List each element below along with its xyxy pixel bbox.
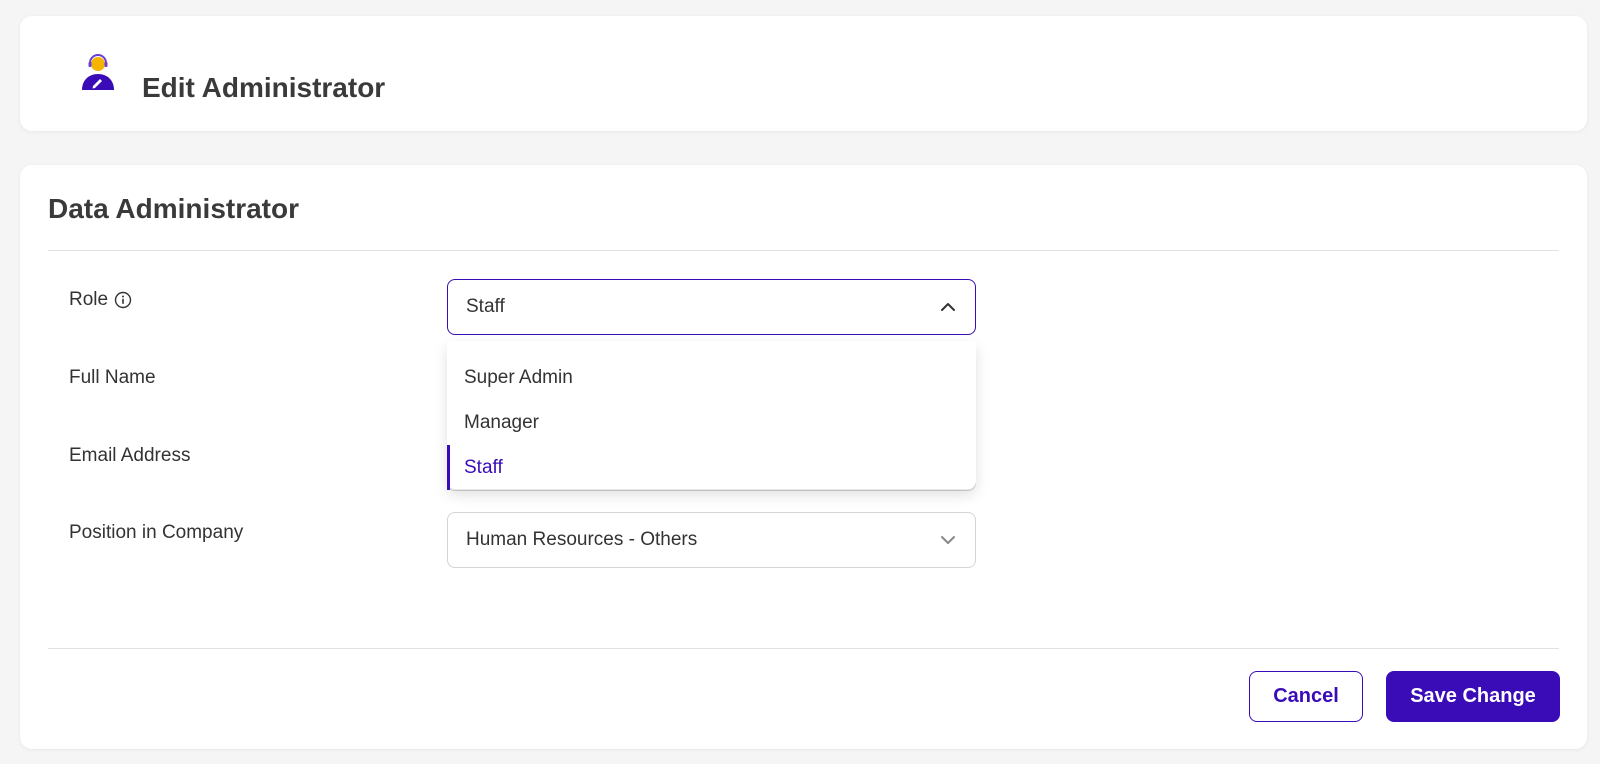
role-select-value: Staff xyxy=(466,296,505,317)
full-name-label: Full Name xyxy=(69,367,156,389)
email-label: Email Address xyxy=(69,445,190,467)
role-label-row: Role xyxy=(69,289,132,311)
admin-edit-icon xyxy=(82,54,114,90)
position-label: Position in Company xyxy=(69,522,243,544)
role-option-manager[interactable]: Manager xyxy=(447,400,976,445)
cancel-button[interactable]: Cancel xyxy=(1249,671,1363,722)
role-label: Role xyxy=(69,289,109,310)
position-select[interactable]: Human Resources - Others xyxy=(447,512,976,568)
section-title: Data Administrator xyxy=(48,193,300,224)
info-icon[interactable] xyxy=(114,291,132,309)
role-dropdown-menu: Super Admin Manager Staff xyxy=(447,341,976,490)
section-divider xyxy=(48,250,1559,251)
chevron-down-icon xyxy=(941,536,955,544)
position-label-text: Position in Company xyxy=(69,522,244,543)
position-select-value: Human Resources - Others xyxy=(466,529,698,550)
form-card: Data Administrator Role Staff Full Name … xyxy=(20,165,1587,749)
role-option-staff[interactable]: Staff xyxy=(447,445,976,490)
header-card: Edit Administrator xyxy=(20,16,1587,131)
save-change-button[interactable]: Save Change xyxy=(1386,671,1560,722)
role-select[interactable]: Staff xyxy=(447,279,976,335)
role-option-super-admin[interactable]: Super Admin xyxy=(447,355,976,400)
full-name-label-text: Full Name xyxy=(69,367,156,388)
email-label-text: Email Address xyxy=(69,445,191,466)
chevron-up-icon xyxy=(941,303,955,311)
page-title: Edit Administrator xyxy=(142,72,386,103)
footer-divider xyxy=(48,648,1559,649)
